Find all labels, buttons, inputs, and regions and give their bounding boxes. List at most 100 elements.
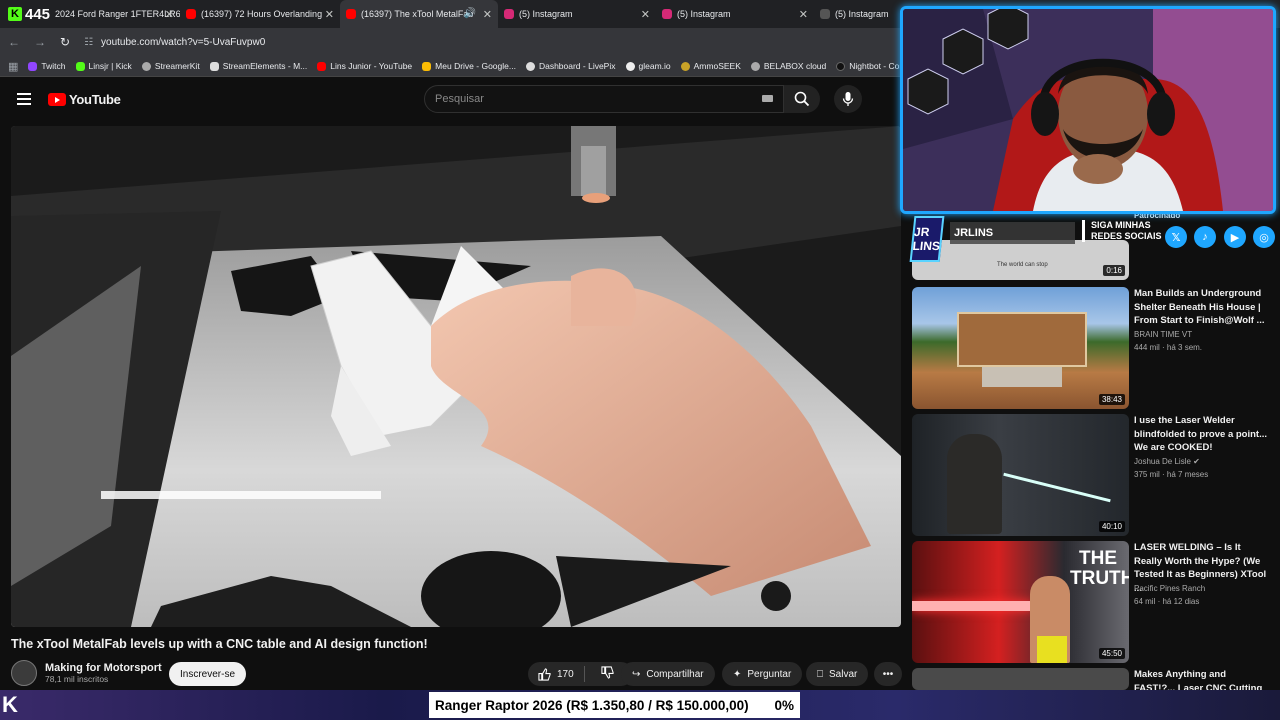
- loading-favicon-icon: [820, 9, 830, 19]
- close-tab-icon[interactable]: ✕: [483, 8, 492, 21]
- youtube-logo[interactable]: YouTube: [48, 92, 121, 107]
- recommendation-card-1[interactable]: 38:43 Man Builds an Underground Shelter …: [912, 287, 1272, 409]
- bookmark-label: Dashboard - LivePix: [538, 61, 616, 71]
- dislike-button[interactable]: [591, 666, 624, 682]
- channel-name[interactable]: Making for Motorsport: [45, 662, 162, 674]
- person-shape: [947, 434, 1002, 534]
- search-input[interactable]: Pesquisar: [424, 85, 784, 113]
- like-count: 170: [557, 668, 574, 680]
- recommendation-meta: 375 mil · há 7 meses: [1134, 470, 1209, 479]
- back-arrow-icon[interactable]: ←: [8, 35, 20, 49]
- subscribe-button[interactable]: Inscrever-se: [169, 662, 247, 686]
- tab-ford-ranger[interactable]: K 445 2024 Ford Ranger 1FTER4LR6R ✕: [0, 0, 180, 28]
- video-duration: 45:50: [1098, 648, 1125, 659]
- save-label: Salvar: [829, 668, 858, 680]
- bookmark-streamerkit[interactable]: StreamerKit: [141, 61, 200, 71]
- tab-72-hours-overlanding[interactable]: (16397) 72 Hours Overlanding ✕: [180, 0, 340, 28]
- shelter-shape: [982, 367, 1062, 387]
- recommendation-card-2[interactable]: 40:10 I use the Laser Welder blindfolded…: [912, 414, 1272, 536]
- bookmark-label: Linsjr | Kick: [88, 61, 132, 71]
- bookmark-youtube[interactable]: Lins Junior - YouTube: [317, 61, 412, 71]
- kick-badge: K 445: [8, 6, 50, 23]
- bookmark-gleam[interactable]: gleam.io: [625, 61, 671, 71]
- thumbnail-caption: The world can stop: [997, 262, 1048, 268]
- recommendation-card-3[interactable]: THE TRUTH 45:50 LASER WELDING – Is It Re…: [912, 541, 1272, 663]
- instagram-icon: ◎: [1253, 226, 1275, 248]
- close-tab-icon[interactable]: ✕: [165, 8, 174, 21]
- save-button[interactable]: ⎕ Salvar: [806, 662, 869, 686]
- video-thumbnail: [912, 668, 1129, 690]
- reload-icon[interactable]: ↻: [60, 35, 70, 49]
- x-icon: 𝕏: [1165, 226, 1187, 248]
- streamer-name-band: JRLINS: [950, 222, 1075, 244]
- keyboard-icon[interactable]: [762, 95, 773, 102]
- channel-info: Making for Motorsport 78,1 mil inscritos: [11, 660, 162, 686]
- recommendation-channel: BRAIN TIME VT: [1134, 330, 1193, 339]
- video-player[interactable]: [11, 126, 901, 627]
- bookmark-label: Twitch: [41, 61, 66, 71]
- channel-avatar[interactable]: [11, 660, 37, 686]
- site-info-icon[interactable]: ☷: [84, 37, 93, 48]
- search-placeholder: Pesquisar: [435, 93, 484, 105]
- tab-instagram-1[interactable]: (5) Instagram ✕: [498, 0, 656, 28]
- instagram-favicon-icon: [662, 9, 672, 19]
- tab-label: (16397) The xTool MetalFab: [361, 9, 474, 19]
- verified-check-icon: ✔: [1193, 457, 1200, 466]
- streamer-webcam: [900, 6, 1276, 214]
- bookmark-kick[interactable]: Linsjr | Kick: [75, 61, 132, 71]
- bookmark-label: Lins Junior - YouTube: [330, 61, 413, 71]
- forward-arrow-icon[interactable]: →: [34, 35, 46, 49]
- more-actions-button[interactable]: •••: [874, 662, 902, 686]
- bookmark-ammoseek[interactable]: AmmoSEEK: [680, 61, 741, 71]
- close-tab-icon[interactable]: ✕: [641, 8, 650, 21]
- follow-text-line1: SIGA MINHAS: [1091, 220, 1151, 230]
- like-dislike-group: 170: [528, 662, 633, 686]
- recommendation-card-4[interactable]: Makes Anything and FAST!?... Laser CNC C…: [912, 668, 1272, 690]
- search-button[interactable]: [784, 85, 820, 113]
- recommendation-title: Makes Anything and FAST!?... Laser CNC C…: [1134, 669, 1263, 690]
- url-field[interactable]: ☷ youtube.com/watch?v=5-UvaFuvpw0: [84, 37, 265, 48]
- youtube-favicon-icon: [346, 9, 356, 19]
- hamburger-menu-icon[interactable]: [17, 93, 31, 105]
- cabin-shape: [957, 312, 1087, 367]
- bookmark-label: StreamElements - M...: [222, 61, 308, 71]
- laser-beam-shape: [1003, 472, 1111, 503]
- kick-logo-icon: K: [2, 692, 18, 717]
- bookmark-nightbot[interactable]: Nightbot - Comm: [836, 61, 900, 71]
- ammoseek-icon: [680, 61, 690, 71]
- voice-search-button[interactable]: [834, 85, 862, 113]
- thumbs-down-icon: [601, 666, 614, 679]
- youtube-play-icon: [48, 93, 66, 106]
- kick-icon: K: [8, 7, 22, 21]
- tiktok-icon: ♪: [1194, 226, 1216, 248]
- bookmark-label: BELABOX cloud: [763, 61, 827, 71]
- bookmark-google-drive[interactable]: Meu Drive - Google...: [422, 61, 516, 71]
- bookmark-livepix[interactable]: Dashboard - LivePix: [525, 61, 616, 71]
- bookmark-streamelements[interactable]: StreamElements - M...: [209, 61, 308, 71]
- recommendation-channel-row: Joshua De Lisle ✔: [1134, 457, 1200, 466]
- close-tab-icon[interactable]: ✕: [325, 8, 334, 21]
- bookmark-belabox[interactable]: BELABOX cloud: [750, 61, 827, 71]
- bookmark-twitch[interactable]: Twitch: [28, 61, 66, 71]
- bookmark-label: gleam.io: [638, 61, 671, 71]
- recommendation-meta: 444 mil · há 3 sem.: [1134, 343, 1203, 352]
- bookmark-label: AmmoSEEK: [693, 61, 741, 71]
- yellow-pants-shape: [1037, 636, 1067, 663]
- ask-label: Perguntar: [747, 668, 792, 680]
- tab-instagram-3[interactable]: (5) Instagram: [814, 0, 894, 28]
- ask-button[interactable]: ✦ Perguntar: [722, 662, 803, 686]
- twitch-icon: [28, 61, 38, 71]
- share-arrow-icon: ↪: [632, 668, 641, 680]
- apps-grid-icon[interactable]: ▦: [8, 60, 18, 73]
- streamelements-icon: [209, 61, 219, 71]
- tab-xtool-metalfab[interactable]: (16397) The xTool MetalFab 🔊 ✕: [340, 0, 498, 28]
- tab-instagram-2[interactable]: (5) Instagram ✕: [656, 0, 814, 28]
- sparkle-icon: ✦: [733, 668, 742, 680]
- donation-goal: Ranger Raptor 2026 (R$ 1.350,80 / R$ 150…: [429, 692, 800, 718]
- more-horizontal-icon: •••: [882, 668, 894, 680]
- close-tab-icon[interactable]: ✕: [799, 8, 808, 21]
- url-text: youtube.com/watch?v=5-UvaFuvpw0: [101, 36, 266, 48]
- audio-icon[interactable]: 🔊: [464, 8, 476, 19]
- like-button[interactable]: 170: [528, 666, 585, 682]
- share-button[interactable]: ↪ Compartilhar: [621, 662, 715, 686]
